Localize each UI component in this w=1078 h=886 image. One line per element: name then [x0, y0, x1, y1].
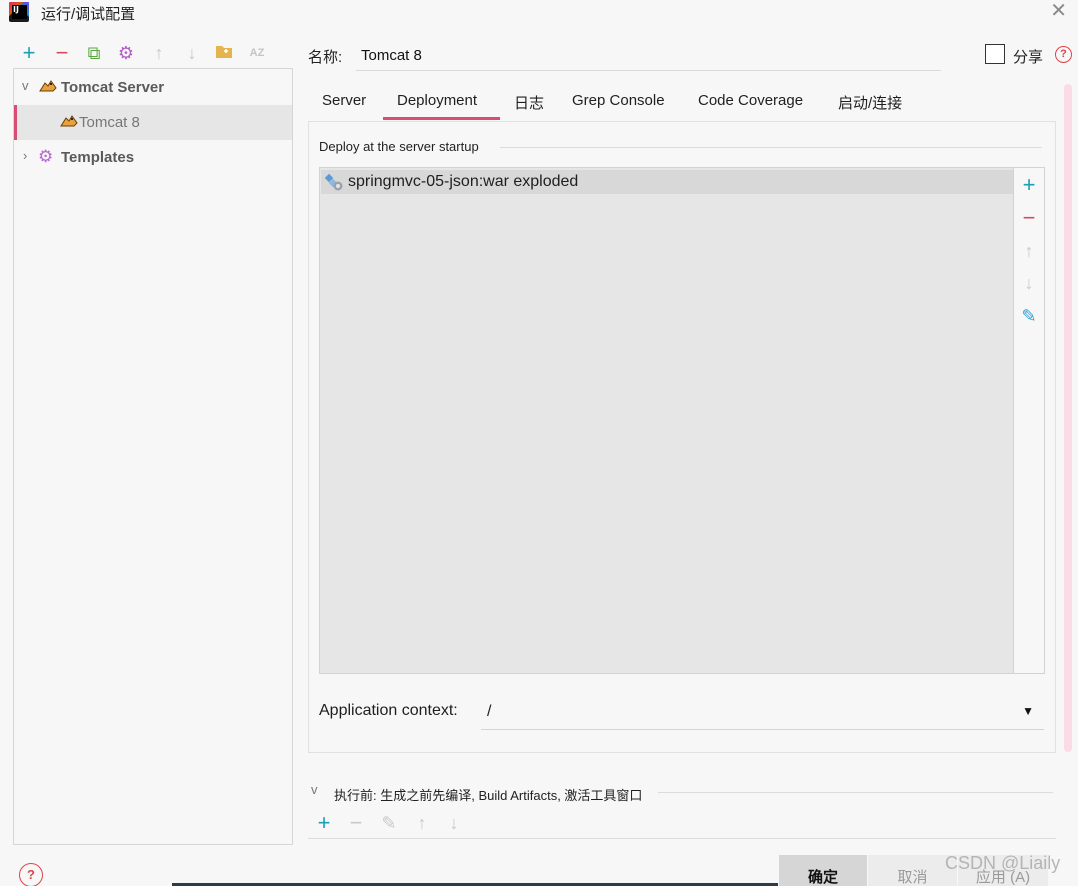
tomcat-icon [39, 79, 57, 97]
title-bar: 运行/调试配置 ✕ [0, 0, 1078, 26]
divider [500, 147, 1042, 148]
deploy-section-title: Deploy at the server startup [319, 139, 479, 154]
sort-icon[interactable]: AZ [246, 42, 268, 64]
name-input[interactable] [356, 40, 941, 71]
move-up-icon[interactable]: ↑ [148, 42, 170, 64]
share-checkbox[interactable] [985, 44, 1005, 64]
tab-grep-console[interactable]: Grep Console [572, 92, 665, 120]
help-icon[interactable]: ? [1055, 46, 1072, 63]
divider [308, 838, 1056, 839]
move-down-icon[interactable]: ↓ [444, 813, 464, 833]
list-item[interactable]: springmvc-05-json:war exploded [321, 170, 1013, 194]
gear-icon: ⚙ [38, 147, 54, 166]
application-context-label: Application context: [319, 702, 458, 719]
tree-item-label: Tomcat Server [61, 79, 165, 96]
move-down-icon[interactable]: ↓ [1019, 273, 1039, 293]
tab-code-coverage[interactable]: Code Coverage [698, 92, 803, 120]
tab-logs[interactable]: 日志 [514, 92, 544, 120]
application-context-combobox[interactable]: / ▼ [481, 697, 1044, 730]
move-down-icon[interactable]: ↓ [181, 42, 203, 64]
divider [658, 792, 1053, 793]
chevron-right-icon[interactable]: › [23, 148, 27, 163]
add-icon[interactable]: + [18, 42, 40, 64]
window-title: 运行/调试配置 [41, 6, 136, 23]
artifact-icon [323, 172, 345, 192]
tree-item-label: Templates [61, 149, 135, 166]
close-icon[interactable]: ✕ [1050, 1, 1067, 21]
add-icon[interactable]: + [1019, 174, 1039, 196]
edit-icon[interactable]: ✎ [379, 813, 399, 833]
chevron-down-icon[interactable]: v [22, 78, 29, 93]
configuration-tree: v Tomcat Server Tomcat 8 › ⚙ Templates [13, 68, 293, 845]
move-up-icon[interactable]: ↑ [1019, 241, 1039, 261]
dropdown-arrow-icon[interactable]: ▼ [1022, 704, 1034, 718]
deployment-item-label: springmvc-05-json:war exploded [348, 173, 579, 190]
intellij-logo-icon [9, 2, 29, 22]
share-label: 分享 [1013, 49, 1044, 66]
application-context-value: / [487, 703, 492, 720]
remove-icon[interactable]: − [1019, 207, 1039, 229]
deployment-side-toolbar: + − ↑ ↓ ✎ [1014, 167, 1045, 674]
help-icon[interactable]: ? [19, 863, 43, 886]
watermark: CSDN @Liaily [945, 853, 1061, 873]
tree-item-tomcat-server[interactable]: v Tomcat Server [14, 70, 292, 105]
scrollbar[interactable] [1064, 84, 1072, 752]
tomcat-icon [60, 114, 78, 132]
ok-button[interactable]: 确定 [779, 855, 867, 886]
settings-icon[interactable]: ⚙ [115, 42, 137, 64]
folder-icon[interactable] [213, 42, 235, 64]
tab-server[interactable]: Server [322, 92, 366, 120]
remove-icon[interactable]: − [51, 42, 73, 64]
tab-startup-connection[interactable]: 启动/连接 [838, 92, 902, 120]
deployment-list[interactable]: springmvc-05-json:war exploded [319, 167, 1014, 674]
tree-item-templates[interactable]: › ⚙ Templates [14, 140, 292, 175]
tab-deployment[interactable]: Deployment [383, 92, 500, 120]
add-icon[interactable]: + [314, 812, 334, 834]
edit-icon[interactable]: ✎ [1019, 306, 1039, 326]
before-launch-label: 执行前: 生成之前先编译, Build Artifacts, 激活工具窗口 [334, 788, 643, 803]
remove-icon[interactable]: − [346, 812, 366, 834]
chevron-down-icon[interactable]: v [311, 782, 318, 797]
cancel-button[interactable]: 取消 [868, 855, 957, 886]
tree-item-label: Tomcat 8 [79, 114, 140, 131]
copy-icon[interactable]: ⧉ [83, 42, 105, 64]
move-up-icon[interactable]: ↑ [412, 813, 432, 833]
name-label: 名称: [308, 49, 343, 66]
tree-item-tomcat-8[interactable]: Tomcat 8 [14, 105, 292, 140]
